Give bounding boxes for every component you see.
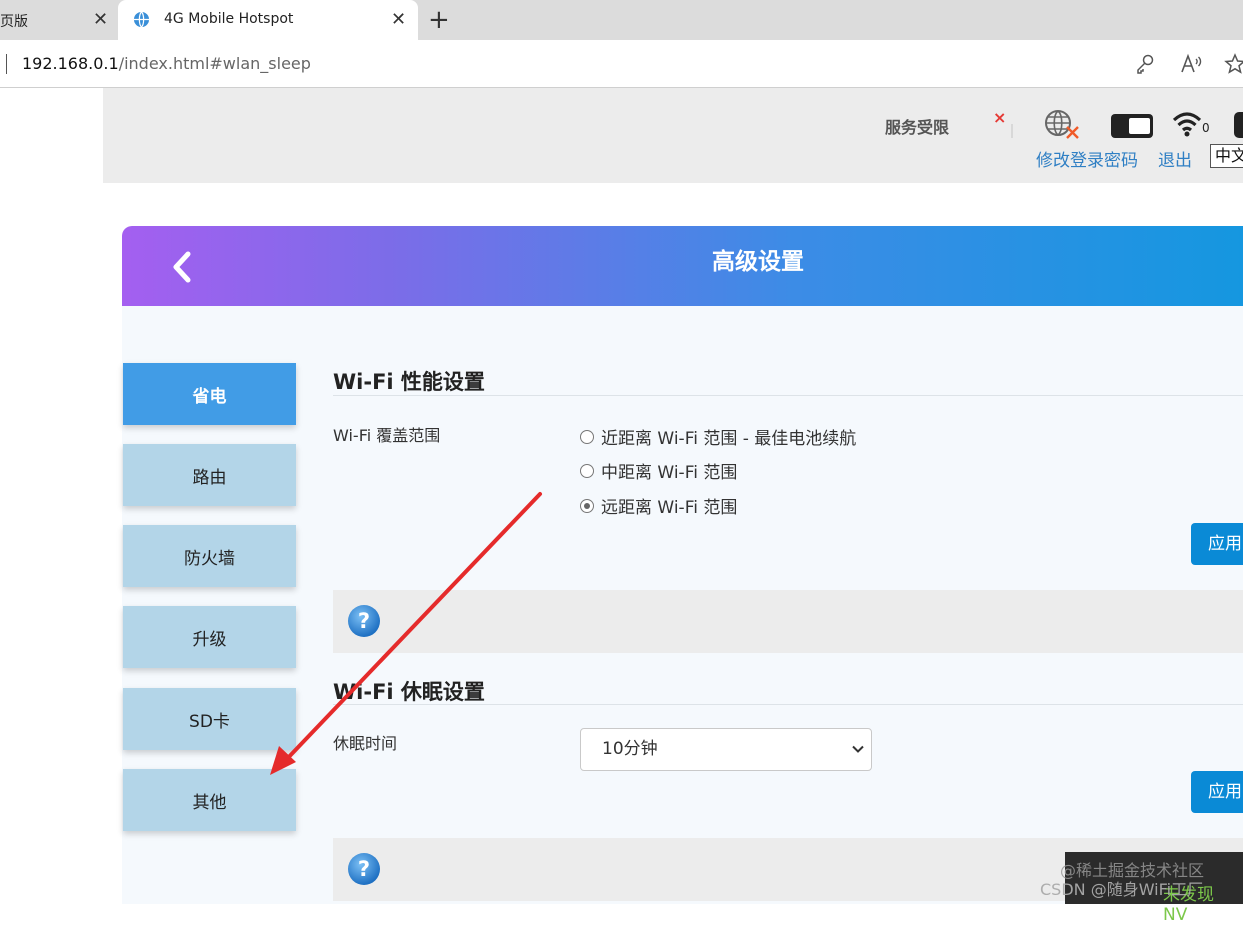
change-password-link[interactable]: 修改登录密码 (1036, 146, 1138, 171)
globe-favicon-icon (133, 11, 150, 28)
language-select[interactable]: 中文 (1210, 144, 1243, 168)
sim-status-icon: × (993, 108, 1007, 127)
read-aloud-icon[interactable] (1179, 52, 1203, 76)
apply-performance-button[interactable]: 应用 (1191, 523, 1243, 565)
favorite-star-icon[interactable] (1223, 52, 1243, 76)
browser-tab-bar: 页版 ✕ 4G Mobile Hotspot ✕ + (0, 0, 1243, 40)
coverage-option-medium[interactable]: 中距离 Wi-Fi 范围 (580, 458, 737, 483)
battery-icon (1111, 114, 1153, 138)
tab-title: 4G Mobile Hotspot (164, 11, 294, 27)
url-text[interactable]: 192.168.0.1/index.html#wlan_sleep (22, 54, 311, 73)
option-label: 中距离 Wi-Fi 范围 (601, 463, 738, 483)
wifi-performance-title: Wi-Fi 性能设置 (333, 370, 485, 394)
wifi-client-count: 0 (1202, 121, 1210, 135)
watermark-line-2: CSDN @随身WiFi工厂 (1040, 880, 1204, 899)
service-status: 服务受限 (885, 118, 950, 137)
page-title: 高级设置 (712, 249, 804, 275)
annotation-arrow (270, 492, 542, 775)
svg-text:?: ? (358, 857, 370, 881)
coverage-label: Wi-Fi 覆盖范围 (333, 426, 441, 445)
sidebar-item-power-saving[interactable]: 省电 (123, 363, 296, 425)
tab-title: 页版 (0, 14, 28, 30)
chevron-down-icon (852, 745, 864, 753)
option-label: 远距离 Wi-Fi 范围 (601, 498, 738, 518)
coverage-option-short[interactable]: 近距离 Wi-Fi 范围 - 最佳电池续航 (580, 424, 856, 449)
browser-tab-active[interactable]: 4G Mobile Hotspot ✕ (118, 0, 418, 40)
sleep-time-select[interactable]: 10分钟 (580, 728, 872, 771)
device-icon (1234, 112, 1243, 138)
new-tab-button[interactable]: + (428, 6, 450, 34)
close-tab-icon[interactable]: ✕ (391, 10, 406, 30)
page-left-margin (0, 88, 103, 904)
apply-sleep-button[interactable]: 应用 (1191, 771, 1243, 813)
browser-tab-previous[interactable]: 页版 ✕ (0, 0, 118, 40)
signal-bar (1011, 124, 1013, 138)
logout-link[interactable]: 退出 (1158, 146, 1192, 171)
option-label: 近距离 Wi-Fi 范围 - 最佳电池续航 (601, 429, 857, 449)
radio-button[interactable] (580, 463, 594, 478)
address-bar-divider (6, 54, 7, 74)
close-tab-icon[interactable]: ✕ (93, 10, 108, 30)
coverage-option-long[interactable]: 远距离 Wi-Fi 范围 (580, 493, 737, 518)
section-divider (333, 395, 1243, 396)
radio-button[interactable] (580, 429, 594, 444)
address-bar[interactable]: 192.168.0.1/index.html#wlan_sleep (0, 40, 1243, 88)
wifi-signal-icon (1172, 112, 1202, 137)
key-icon[interactable] (1133, 52, 1157, 76)
radio-button-selected[interactable] (580, 498, 594, 513)
help-question-icon[interactable]: ? (347, 852, 381, 886)
url-path: /index.html#wlan_sleep (118, 54, 311, 73)
globe-disconnected-icon (1045, 110, 1079, 139)
sidebar-item-other[interactable]: 其他 (123, 769, 296, 831)
url-host: 192.168.0.1 (22, 54, 119, 73)
